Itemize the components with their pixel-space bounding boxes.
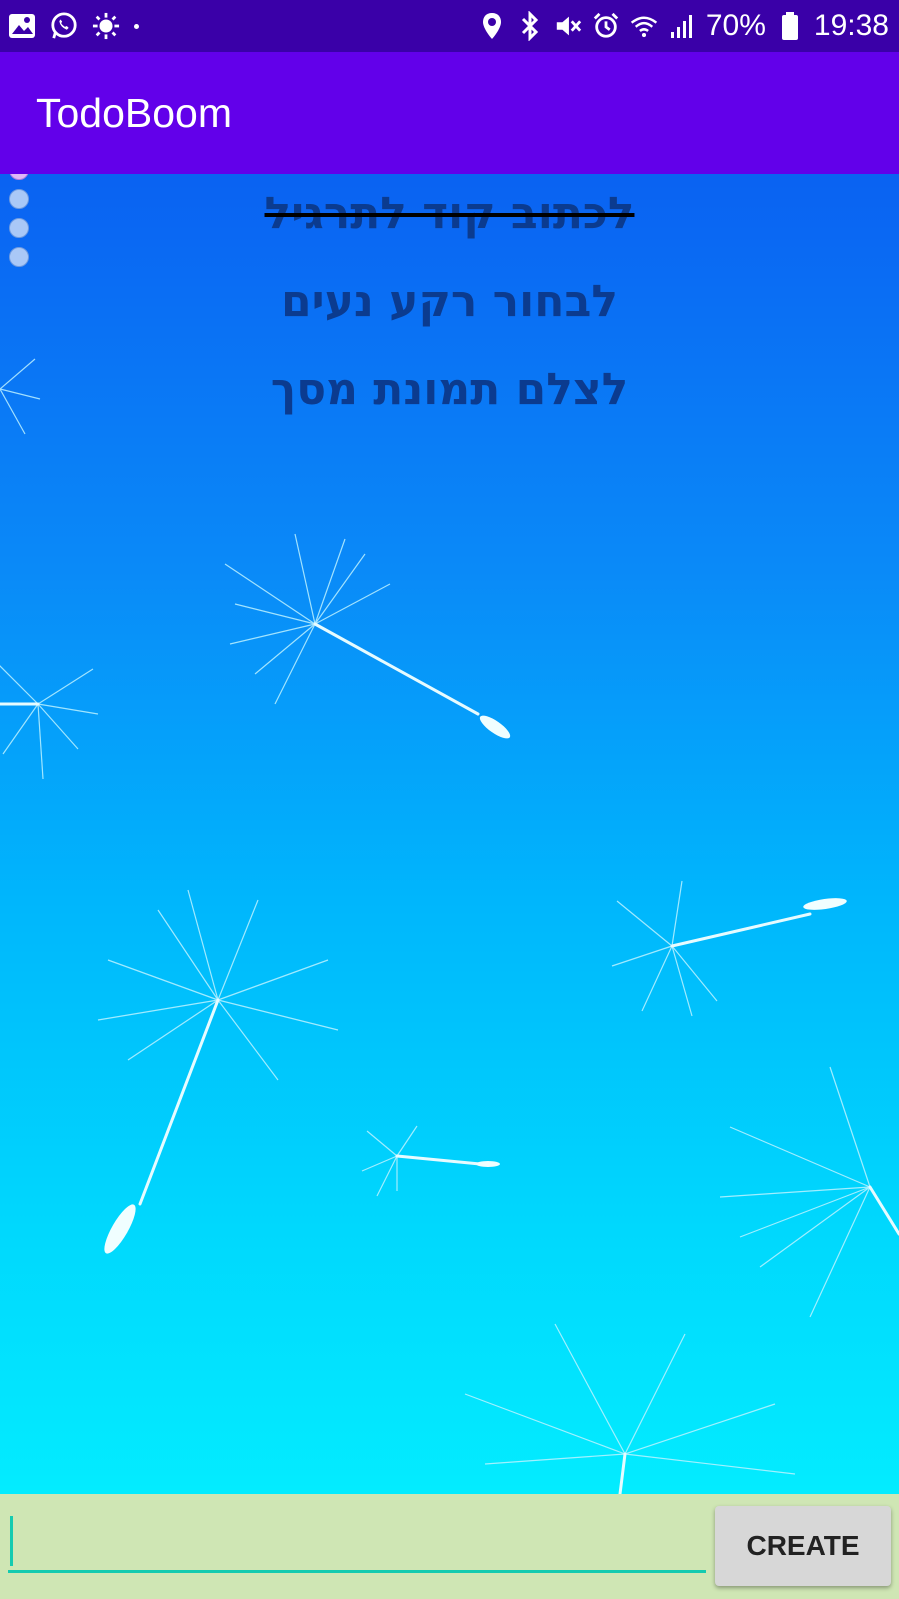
handle-dot (9, 174, 29, 180)
seed-stem (313, 622, 480, 716)
app-title: TodoBoom (36, 90, 233, 136)
input-bar: CREATE (0, 1494, 899, 1599)
create-button[interactable]: CREATE (715, 1506, 891, 1586)
seed-stem (670, 912, 812, 948)
dandelion-seed (97, 889, 339, 1081)
dandelion-seed (361, 1125, 418, 1197)
wifi-icon (630, 12, 658, 40)
seed-stem (868, 1185, 899, 1236)
bluetooth-icon (516, 11, 544, 41)
dandelion-seed (0, 665, 99, 780)
status-bar-right: 70% 19:38 (478, 8, 889, 44)
status-bar-left (8, 8, 139, 44)
seed-stem (395, 1154, 482, 1166)
seed-tip (803, 898, 847, 910)
dandelion-seed (224, 533, 391, 705)
status-bar: 70% 19:38 (0, 0, 899, 52)
app-bar: TodoBoom (0, 52, 899, 174)
mute-icon (554, 12, 582, 40)
dandelion-seed (719, 1066, 871, 1318)
seed-tip (479, 715, 511, 739)
dot-icon (134, 23, 139, 29)
location-icon (478, 12, 506, 40)
seed-tip (476, 1161, 500, 1167)
dandelion-seed (464, 1323, 796, 1475)
battery-percent: 70% (705, 9, 766, 42)
todo-item-done[interactable]: לכתוב קוד לתרגיל (0, 188, 899, 239)
battery-icon (776, 12, 804, 40)
text-cursor (10, 1516, 13, 1566)
seed-tip (104, 1204, 136, 1254)
todo-item[interactable]: לבחור רקע נעים (0, 276, 899, 327)
whatsapp-icon (50, 12, 78, 40)
gallery-icon (8, 12, 36, 40)
brightness-icon (92, 12, 120, 40)
dandelion-seed (611, 880, 718, 1017)
todo-content[interactable]: לכתוב קוד לתרגיל לבחור רקע נעים לצלם תמו… (0, 174, 899, 1494)
todo-item[interactable]: לצלם תמונת מסך (0, 364, 899, 415)
todo-input[interactable] (8, 1508, 706, 1573)
signal-icon (668, 12, 696, 40)
alarm-icon (592, 12, 620, 40)
handle-dot (9, 247, 29, 267)
clock: 19:38 (813, 9, 889, 42)
seed-stem (138, 998, 220, 1206)
seed-stem (618, 1452, 627, 1494)
